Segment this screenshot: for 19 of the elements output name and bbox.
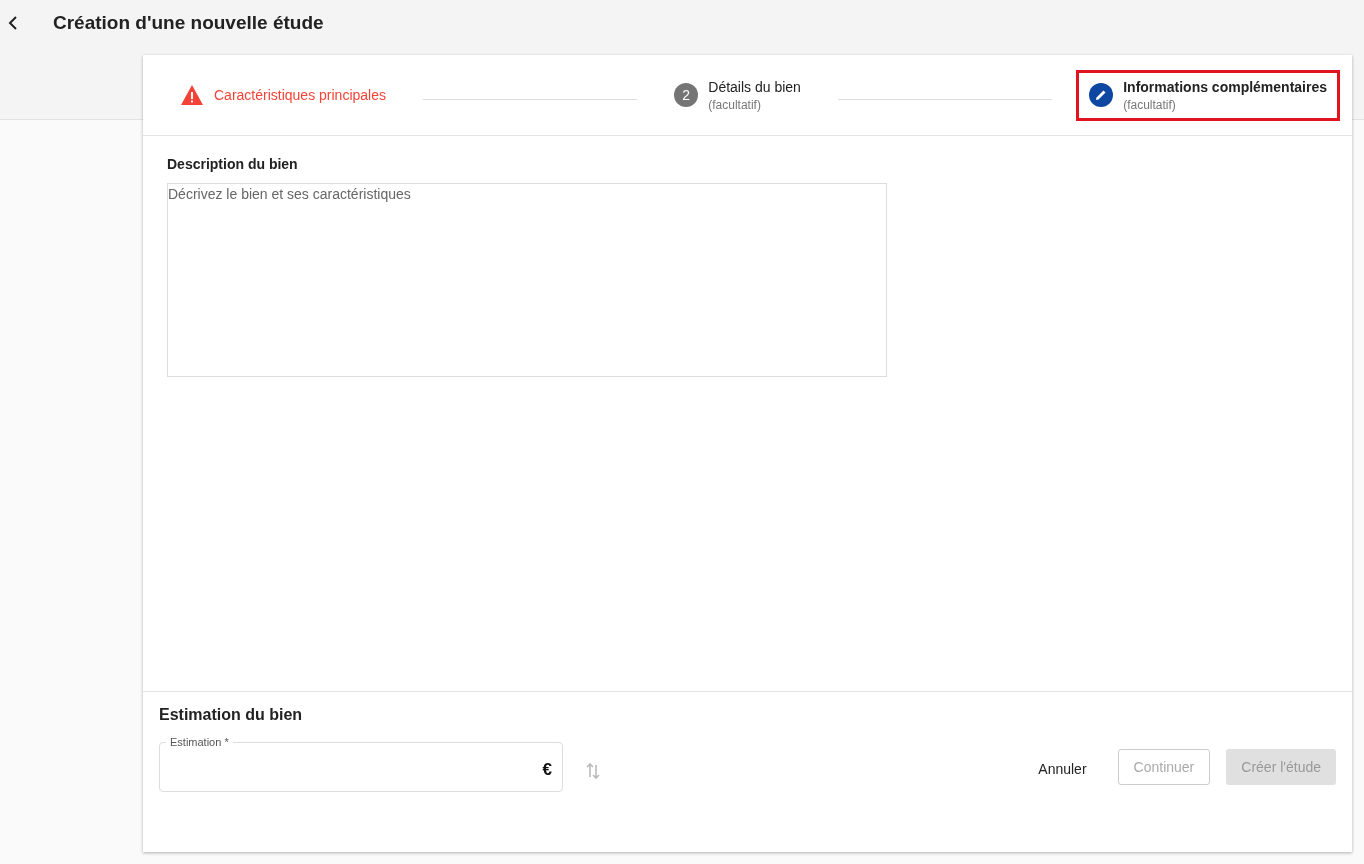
- chevron-left-icon: [8, 16, 18, 30]
- step-sublabel: (facultatif): [1123, 97, 1177, 112]
- step-sublabel: (facultatif): [708, 97, 762, 112]
- warning-icon: [180, 84, 204, 106]
- step-label: Informations complémentaires: [1123, 78, 1327, 95]
- stepper-step[interactable]: Caractéristiques principales: [167, 75, 399, 115]
- field-label: Estimation *: [166, 736, 233, 748]
- step-label: Caractéristiques principales: [214, 87, 386, 103]
- description-label: Description du bien: [167, 156, 299, 172]
- step-label: Détails du bien: [708, 78, 801, 95]
- pencil-icon: [1089, 83, 1114, 107]
- description-textarea[interactable]: Décrivez le bien et ses caractéristiques: [167, 183, 887, 377]
- stepper-step[interactable]: 2 Détails du bien (facultatif): [661, 69, 814, 121]
- page-title: Création d'une nouvelle étude: [53, 12, 324, 34]
- currency-suffix: €: [542, 760, 552, 780]
- action-button[interactable]: Annuler: [1023, 751, 1102, 787]
- section-title: Estimation du bien: [159, 706, 304, 724]
- step-number: 2: [674, 83, 699, 107]
- stepper-step[interactable]: Informations complémentaires (facultatif): [1076, 69, 1340, 121]
